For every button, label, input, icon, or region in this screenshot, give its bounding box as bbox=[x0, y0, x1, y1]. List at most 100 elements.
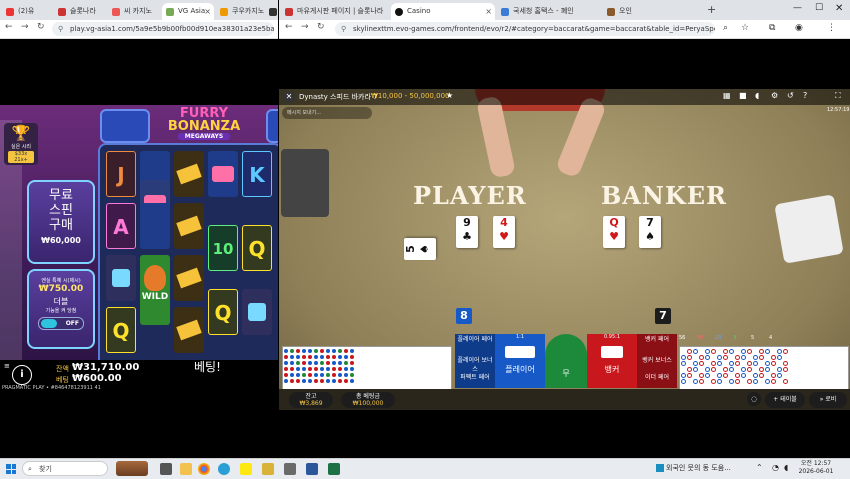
perfect-pair-bet[interactable]: 퍼펙트 페어 bbox=[455, 372, 495, 388]
road-dot bbox=[771, 355, 776, 360]
youtube-icon bbox=[6, 8, 14, 16]
banker-bet[interactable]: 0.95:1 뱅커 bbox=[587, 334, 637, 388]
taskbar-clock[interactable]: 오전 12:57 2026-06-01 bbox=[796, 460, 836, 476]
tab-4[interactable]: 오인 bbox=[603, 3, 703, 20]
settings-gear-icon[interactable]: ⚙ bbox=[771, 91, 778, 100]
chip-stack-icon[interactable]: ▦ bbox=[723, 91, 731, 100]
tab-1[interactable]: (2)유 bbox=[2, 3, 52, 20]
right-url-field[interactable]: ⚲ skylinexttm.evo-games.com/frontend/evo/… bbox=[335, 22, 715, 36]
bookmark-star-icon[interactable]: ☆ bbox=[741, 23, 749, 33]
road-dot bbox=[314, 367, 318, 371]
ticket-icon bbox=[176, 319, 202, 341]
lobby-button[interactable]: » 로비 bbox=[809, 392, 847, 408]
baccarat-table: ✕ Dynasty 스피드 바카라 7 ₩10,000 - 50,000,000… bbox=[279, 89, 850, 410]
road-dot bbox=[735, 361, 740, 366]
chrome-icon[interactable] bbox=[198, 463, 210, 475]
tie-bet[interactable]: 무 bbox=[545, 334, 587, 388]
banker-bonus-bet[interactable]: 뱅커 보너스 bbox=[637, 355, 677, 373]
tab-vg-asia[interactable]: VG Asia × bbox=[162, 3, 214, 20]
new-tab-icon[interactable]: + bbox=[707, 3, 716, 16]
road-dot bbox=[308, 355, 312, 359]
player-bonus-bet[interactable]: 플레이어 보너스 bbox=[455, 355, 495, 373]
either-pair-bet[interactable]: 이더 페어 bbox=[637, 372, 677, 388]
tab-2[interactable]: 슬롯나라 bbox=[54, 3, 106, 20]
chat-input[interactable]: 메시지 보내기... bbox=[282, 107, 372, 119]
road-dot bbox=[705, 367, 710, 372]
fullscreen-icon[interactable]: ⛶ bbox=[835, 91, 841, 101]
close-window-icon[interactable]: ✕ bbox=[835, 3, 843, 14]
buy-free-spins-button[interactable]: 무료 스핀 구매 ₩60,000 bbox=[27, 180, 95, 264]
excel-icon[interactable] bbox=[328, 463, 340, 475]
windows-start-icon[interactable] bbox=[6, 464, 16, 474]
history-icon[interactable]: ↺ bbox=[787, 91, 794, 100]
back-icon[interactable]: ← bbox=[285, 22, 293, 32]
road-dot bbox=[711, 349, 716, 354]
ante-bet-panel[interactable]: 엔실 특혜 시(제시) ₩750.00 더블 기능을 켜 당첨 OFF bbox=[27, 269, 95, 349]
favorite-icon[interactable]: ★ bbox=[446, 91, 453, 100]
zoom-icon[interactable]: ⌕ bbox=[723, 23, 728, 33]
app-icon[interactable] bbox=[262, 463, 274, 475]
close-icon[interactable]: × bbox=[485, 3, 492, 20]
road-dot bbox=[723, 367, 728, 372]
tab-6[interactable] bbox=[268, 3, 278, 20]
close-icon[interactable]: × bbox=[204, 3, 211, 20]
task-view-icon[interactable] bbox=[160, 463, 172, 475]
profile-icon[interactable]: ◉ bbox=[795, 23, 803, 33]
road-dot bbox=[344, 355, 348, 359]
sound-icon[interactable]: ◖ bbox=[755, 91, 759, 100]
reload-icon[interactable]: ↻ bbox=[37, 22, 45, 32]
volume-icon[interactable]: ◖ bbox=[784, 463, 788, 472]
forward-icon[interactable]: → bbox=[301, 22, 309, 32]
table-button[interactable]: + 테이블 bbox=[765, 392, 805, 408]
banker-pair-bet[interactable]: 뱅커 페어 bbox=[637, 334, 677, 356]
minimize-icon[interactable]: — bbox=[793, 3, 802, 13]
kakaotalk-icon[interactable] bbox=[240, 463, 252, 475]
road-dot bbox=[326, 355, 330, 359]
tab-3[interactable]: 씨 카지노 bbox=[108, 3, 160, 20]
bead-road-dots bbox=[284, 348, 364, 388]
player-bet[interactable]: 1:1 플레이어 bbox=[495, 334, 545, 388]
news-widget[interactable]: 외국인 뭇의 동 도움... bbox=[656, 463, 731, 473]
road-dot bbox=[290, 379, 294, 383]
road-dot bbox=[759, 373, 764, 378]
edge-icon[interactable] bbox=[218, 463, 230, 475]
video-icon[interactable]: ■ bbox=[739, 91, 747, 100]
taskbar-search[interactable]: ⌕ 찾기 bbox=[22, 461, 108, 476]
road-dot bbox=[320, 361, 324, 365]
back-icon[interactable]: ← bbox=[5, 22, 13, 32]
wifi-icon[interactable]: ◔ bbox=[772, 463, 779, 472]
close-game-icon[interactable]: ✕ bbox=[283, 91, 295, 103]
menu-icon[interactable]: ⋮ bbox=[827, 23, 836, 33]
road-dot bbox=[332, 367, 336, 371]
player-pair-bet[interactable]: 플레이어 페어 bbox=[455, 334, 495, 356]
road-dot bbox=[302, 367, 306, 371]
tab-hometax[interactable]: 국세청 홈택스 - 폐인 bbox=[497, 3, 601, 20]
road-dot bbox=[723, 373, 728, 378]
extensions-icon[interactable]: ⧉ bbox=[769, 23, 775, 33]
chat-icon[interactable]: ◌ bbox=[747, 392, 761, 406]
site-info-icon[interactable]: ⚲ bbox=[341, 22, 346, 36]
trophy-panel[interactable]: 🏆 실은 시리 $33x 21x+ bbox=[4, 123, 38, 165]
settings-icon[interactable] bbox=[284, 463, 296, 475]
player-title: PLAYER bbox=[413, 181, 527, 210]
tray-chevron-icon[interactable]: ⌃ bbox=[756, 463, 763, 472]
maximize-icon[interactable]: ☐ bbox=[815, 3, 823, 13]
road-dot bbox=[314, 349, 318, 353]
site-info-icon[interactable]: ⚲ bbox=[58, 22, 63, 36]
table-time: 12:57:19 bbox=[827, 107, 850, 113]
word-icon[interactable] bbox=[306, 463, 318, 475]
tab-5[interactable]: 쿠우카지노 bbox=[216, 3, 266, 20]
left-url-field[interactable]: ⚲ play.vg-asia1.com/5a9e5b9b00fb00d910ea3… bbox=[52, 22, 274, 36]
reload-icon[interactable]: ↻ bbox=[317, 22, 325, 32]
info-button[interactable]: i bbox=[12, 365, 32, 385]
road-dot bbox=[290, 367, 294, 371]
road-dot bbox=[693, 349, 698, 354]
help-icon[interactable]: ? bbox=[803, 91, 807, 100]
tab-board[interactable]: 마유게시판 페이지 | 슬롯나라 bbox=[281, 3, 389, 20]
file-explorer-icon[interactable] bbox=[180, 463, 192, 475]
ante-toggle[interactable]: OFF bbox=[38, 317, 84, 330]
road-dot bbox=[338, 361, 342, 365]
menu-icon[interactable]: ≡ bbox=[4, 362, 10, 370]
tab-casino[interactable]: Casino × bbox=[391, 3, 495, 20]
forward-icon[interactable]: → bbox=[21, 22, 29, 32]
